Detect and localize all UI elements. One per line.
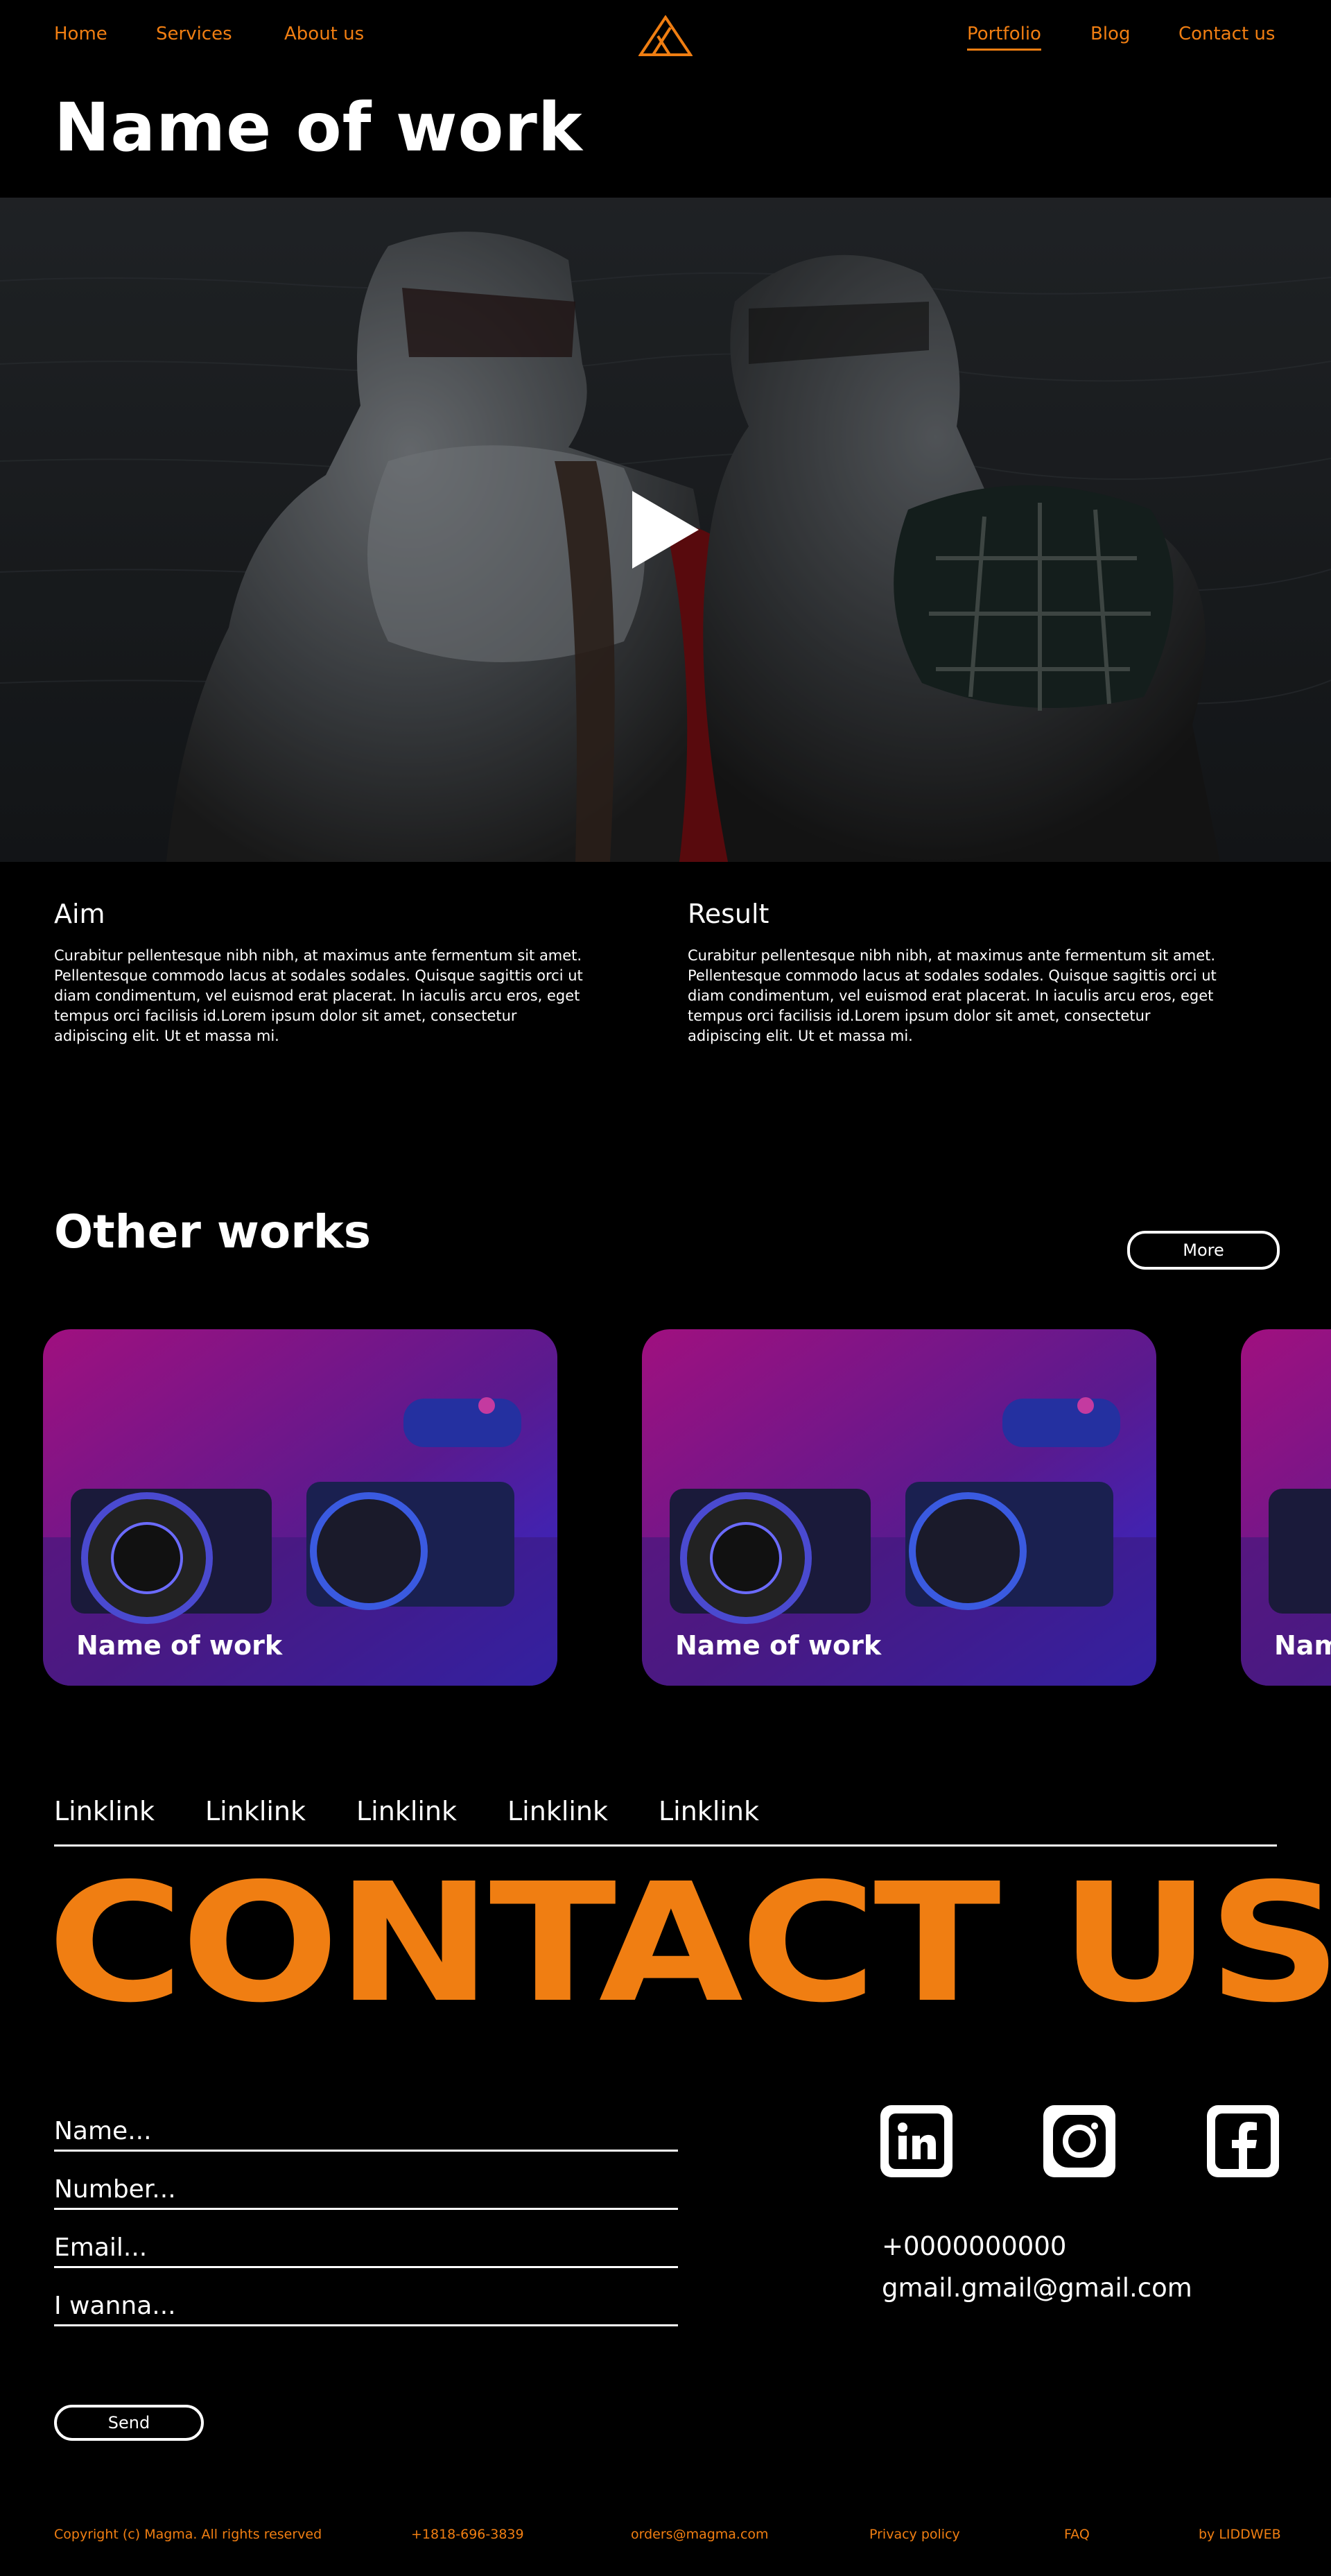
facebook-icon[interactable]	[1207, 2105, 1279, 2177]
instagram-icon[interactable]	[1043, 2105, 1115, 2177]
faq-link[interactable]: FAQ	[1064, 2527, 1090, 2542]
send-button[interactable]: Send	[54, 2405, 204, 2441]
email-field[interactable]	[54, 2229, 678, 2268]
footer-link[interactable]: Linklink	[205, 1796, 306, 1826]
nav-home[interactable]: Home	[54, 24, 107, 44]
more-button[interactable]: More	[1127, 1231, 1280, 1270]
bottom-phone-link[interactable]: +1818-696-3839	[411, 2527, 524, 2542]
work-card[interactable]: Name of work	[1241, 1329, 1331, 1686]
divider	[54, 1844, 1277, 1847]
number-field[interactable]	[54, 2170, 678, 2210]
copyright-text: Copyright (c) Magma. All rights reserved	[54, 2527, 322, 2542]
work-card-title: Name of work	[1274, 1630, 1331, 1661]
linkedin-icon[interactable]	[880, 2105, 952, 2177]
work-card[interactable]: Name of work	[43, 1329, 557, 1686]
footer-link[interactable]: Linklink	[659, 1796, 759, 1826]
bottom-email-link[interactable]: orders@magma.com	[631, 2527, 769, 2542]
contact-heading: CONTACT US	[47, 1848, 1331, 2039]
other-works-heading: Other works	[54, 1205, 371, 1259]
nav-portfolio[interactable]: Portfolio	[967, 24, 1041, 51]
nav-about-us[interactable]: About us	[284, 24, 364, 44]
page-title: Name of work	[54, 89, 583, 166]
result-heading: Result	[688, 899, 769, 929]
work-card-title: Name of work	[675, 1630, 882, 1661]
work-card[interactable]: Name of work	[642, 1329, 1156, 1686]
play-icon[interactable]	[631, 490, 700, 570]
work-card-title: Name of work	[76, 1630, 283, 1661]
footer-link[interactable]: Linklink	[54, 1796, 155, 1826]
result-text: Curabitur pellentesque nibh nibh, at max…	[688, 947, 1217, 1044]
nav-contact-us[interactable]: Contact us	[1178, 24, 1275, 44]
credit-link[interactable]: by LIDDWEB	[1199, 2527, 1281, 2542]
privacy-policy-link[interactable]: Privacy policy	[869, 2527, 960, 2542]
aim-heading: Aim	[54, 899, 105, 929]
footer-link[interactable]: Linklink	[507, 1796, 608, 1826]
contact-email[interactable]: gmail.gmail@gmail.com	[882, 2273, 1192, 2303]
triangle-logo-icon[interactable]	[638, 15, 693, 57]
aim-text: Curabitur pellentesque nibh nibh, at max…	[54, 947, 583, 1044]
name-field[interactable]	[54, 2112, 678, 2152]
message-field[interactable]	[54, 2287, 678, 2326]
nav-services[interactable]: Services	[156, 24, 232, 44]
footer-link[interactable]: Linklink	[356, 1796, 457, 1826]
nav-blog[interactable]: Blog	[1090, 24, 1130, 44]
contact-phone[interactable]: +0000000000	[882, 2231, 1066, 2261]
